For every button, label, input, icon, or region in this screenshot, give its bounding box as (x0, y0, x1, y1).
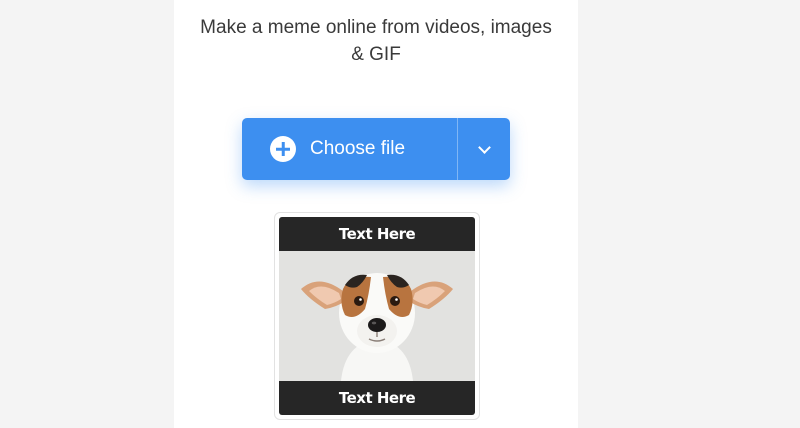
subtitle-line-1: Make a meme online from videos, images (200, 17, 552, 38)
meme-preview-image: Text Here Text Here (279, 217, 475, 415)
chevron-down-icon (477, 140, 491, 154)
meme-preview-card: Text Here Text Here (274, 212, 480, 420)
upload-options-dropdown-button[interactable] (458, 118, 510, 180)
meme-top-text: Text Here (279, 217, 475, 251)
meme-bottom-text: Text Here (279, 381, 475, 415)
dog-photo (279, 251, 475, 381)
plus-circle-icon (270, 136, 296, 162)
page-subtitle: Make a meme online from videos, images &… (174, 14, 578, 68)
content-panel: Make a meme online from videos, images &… (174, 0, 578, 428)
choose-file-label: Choose file (310, 138, 406, 159)
page: Make a meme online from videos, images &… (0, 0, 800, 428)
subtitle-line-2: & GIF (351, 44, 401, 65)
choose-file-split-button: Choose file (242, 118, 510, 180)
choose-file-button[interactable]: Choose file (242, 118, 457, 180)
